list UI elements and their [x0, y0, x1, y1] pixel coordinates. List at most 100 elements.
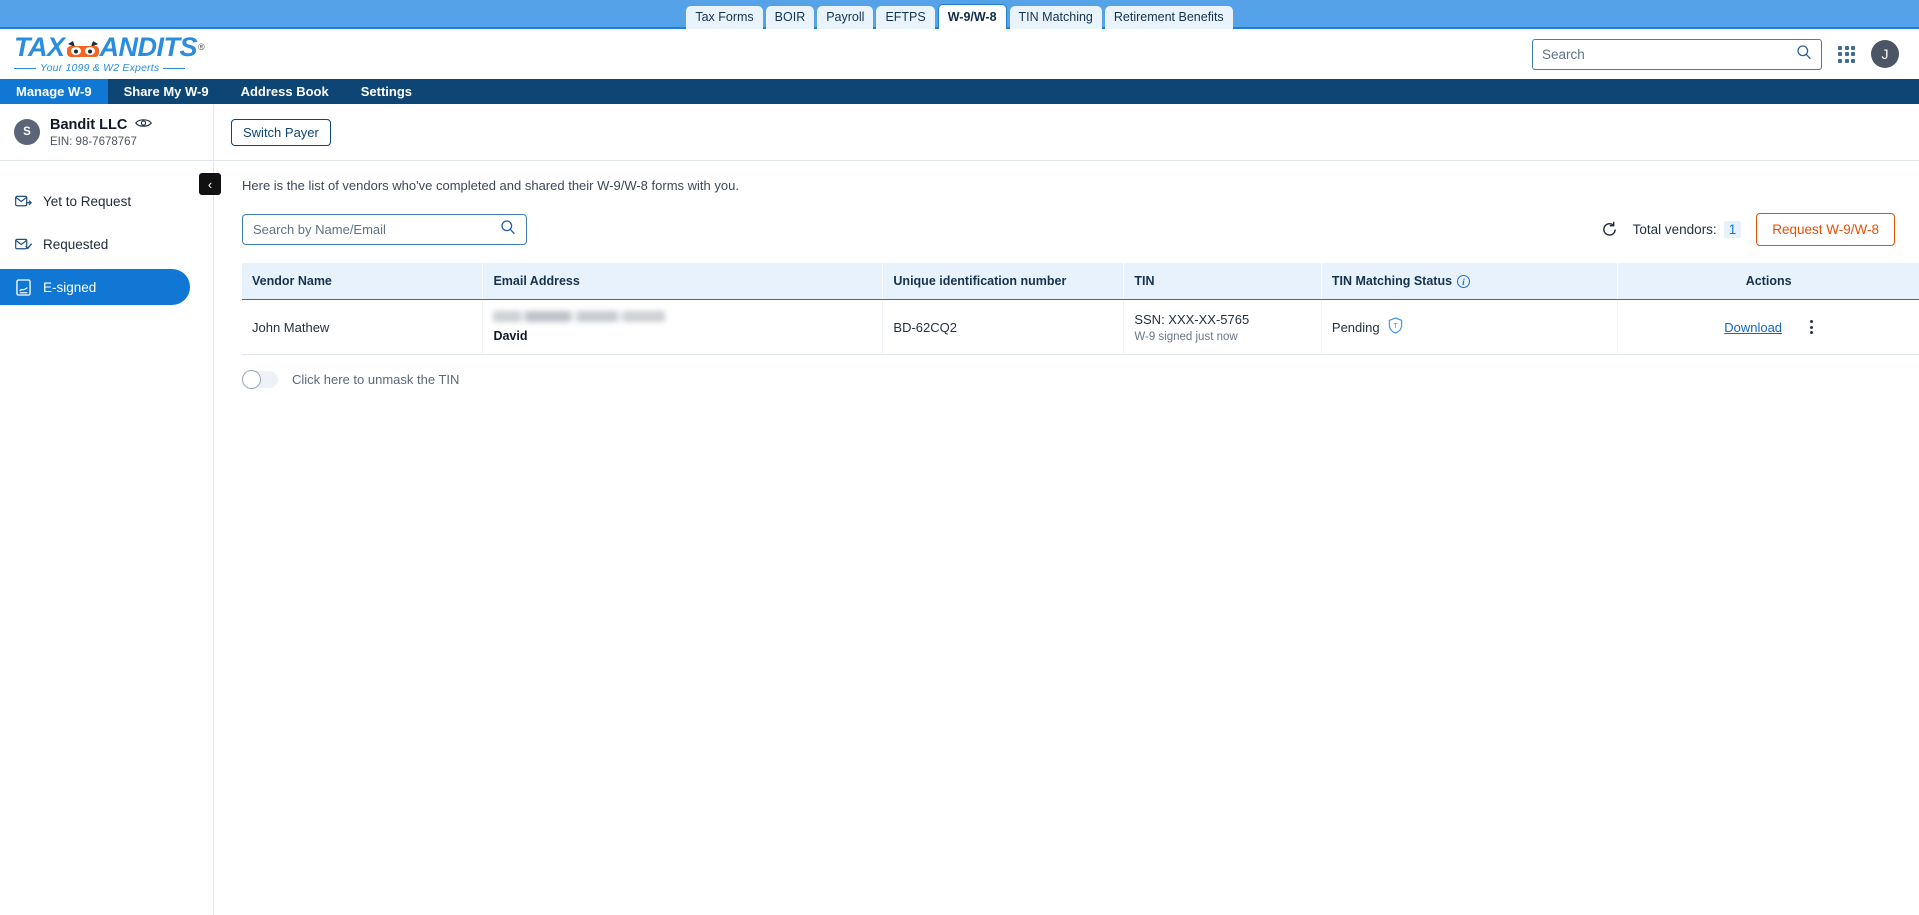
col-email-address: Email Address — [482, 263, 884, 301]
nav-item-manage-w9[interactable]: Manage W-9 — [0, 79, 108, 104]
col-actions: Actions — [1617, 263, 1919, 301]
vendors-table: Vendor Name Email Address Unique identif… — [242, 263, 1919, 356]
cell-tin-matching-status: Pending T — [1321, 299, 1619, 356]
product-tab-w9-w8[interactable]: W-9/W-8 — [937, 4, 1007, 29]
info-icon[interactable]: i — [1457, 275, 1471, 289]
table-body: John Mathew David BD-62CQ2 SSN: XXX-XX-5… — [242, 299, 1919, 356]
status-badge: Pending T — [1332, 317, 1607, 337]
product-tab-strip: Tax Forms BOIR Payroll EFTPS W-9/W-8 TIN… — [0, 0, 1919, 29]
cell-actions: Download — [1617, 299, 1919, 356]
grid-dot — [1844, 52, 1849, 56]
info-text: Here is the list of vendors who've compl… — [242, 178, 739, 193]
payer-text: Bandit LLC EIN: 98-7678767 — [50, 116, 153, 148]
bandit-mask-icon — [66, 38, 99, 58]
table-row[interactable]: John Mathew David BD-62CQ2 SSN: XXX-XX-5… — [242, 299, 1919, 356]
logo-text-bandits: ANDITS — [99, 32, 198, 63]
col-unique-id: Unique identification number — [882, 263, 1125, 301]
chevron-left-icon[interactable]: ‹ — [199, 173, 221, 195]
vendor-search[interactable] — [242, 214, 527, 245]
kebab-dot — [1810, 331, 1814, 335]
payer-ein: EIN: 98-7678767 — [50, 135, 137, 148]
total-vendors-label: Total vendors: — [1632, 222, 1717, 237]
grid-dot — [1844, 45, 1849, 50]
nav-item-address-book[interactable]: Address Book — [225, 79, 345, 104]
payer-summary: S Bandit LLC EIN: 98-7678767 — [0, 104, 214, 160]
grid-dot — [1851, 58, 1855, 63]
switch-payer-button[interactable]: Switch Payer — [231, 118, 331, 146]
masked-email-redaction — [493, 311, 666, 323]
logo-tagline: Your 1099 & W2 Experts — [40, 62, 160, 75]
global-search-input[interactable] — [1542, 46, 1796, 62]
total-vendors: Total vendors: 1 — [1633, 221, 1742, 238]
product-tabs: Tax Forms BOIR Payroll EFTPS W-9/W-8 TIN… — [686, 4, 1233, 29]
nav-item-settings[interactable]: Settings — [345, 79, 428, 104]
col-tin-matching-status: TIN Matching Status i — [1321, 263, 1619, 301]
product-tab-tax-forms[interactable]: Tax Forms — [686, 6, 763, 29]
tagline-rule-right — [163, 68, 186, 69]
request-w9-w8-button[interactable]: Request W-9/W-8 — [1756, 213, 1895, 246]
product-tab-retirement-benefits[interactable]: Retirement Benefits — [1104, 6, 1233, 29]
user-avatar[interactable]: J — [1871, 40, 1899, 68]
logo-tagline-wrap: Your 1099 & W2 Experts — [14, 63, 204, 74]
sidebar: Yet to Request Requested E-signed — [0, 161, 214, 915]
unmask-tin-label: Click here to unmask the TIN — [292, 372, 460, 388]
download-link[interactable]: Download — [1724, 320, 1782, 335]
sidebar-label: Requested — [43, 236, 109, 252]
global-search[interactable] — [1532, 38, 1822, 70]
cell-unique-id: BD-62CQ2 — [882, 299, 1125, 356]
grid-dot — [1838, 45, 1842, 50]
product-tab-payroll[interactable]: Payroll — [817, 6, 874, 29]
shield-tin-icon[interactable]: T — [1388, 317, 1403, 337]
eye-icon[interactable] — [135, 117, 153, 133]
envelope-arrow-icon — [15, 193, 32, 210]
total-vendors-count: 1 — [1723, 221, 1742, 238]
product-tab-tin-matching[interactable]: TIN Matching — [1009, 6, 1102, 29]
kebab-menu-icon[interactable] — [1810, 320, 1814, 335]
grid-dot — [1838, 52, 1842, 56]
table-head: Vendor Name Email Address Unique identif… — [242, 263, 1919, 301]
document-signed-icon — [15, 278, 32, 296]
grid-dot — [1851, 45, 1855, 50]
refresh-icon[interactable] — [1601, 221, 1618, 238]
vendor-search-input[interactable] — [253, 222, 500, 237]
payer-avatar: S — [14, 119, 40, 145]
product-tab-boir[interactable]: BOIR — [765, 6, 815, 29]
product-tab-eftps[interactable]: EFTPS — [876, 6, 935, 29]
sidebar-item-requested[interactable]: Requested — [0, 226, 190, 262]
masthead-right: J — [1532, 38, 1899, 70]
search-icon[interactable] — [500, 219, 516, 240]
primary-nav: Manage W-9 Share My W-9 Address Book Set… — [0, 79, 1919, 104]
svg-text:T: T — [1393, 321, 1398, 330]
payer-name: Bandit LLC — [50, 116, 128, 133]
tin-value: SSN: XXX-XX-5765 — [1134, 311, 1250, 327]
kebab-dot — [1810, 320, 1814, 324]
table-header-row: Vendor Name Email Address Unique identif… — [242, 263, 1919, 301]
vendor-toolbar: Total vendors: 1 Request W-9/W-8 — [214, 193, 1919, 246]
envelope-check-icon — [15, 236, 32, 253]
logo-text-tax: TAX — [14, 32, 65, 63]
taxbandits-logo[interactable]: TAX ANDITS ® Your 1099 & W2 Experts — [14, 32, 205, 74]
content-panel: ‹ Here is the list of vendors who've com… — [199, 161, 1919, 915]
search-icon[interactable] — [1796, 44, 1812, 65]
sidebar-item-e-signed[interactable]: E-signed — [0, 269, 190, 305]
trademark-symbol: ® — [198, 42, 205, 53]
grid-dot — [1851, 52, 1855, 56]
cell-vendor-name: John Mathew — [242, 299, 484, 356]
body: Yet to Request Requested E-signed ‹ Here… — [0, 161, 1919, 915]
unmask-tin-toggle[interactable] — [242, 370, 278, 390]
nav-item-share-my-w9[interactable]: Share My W-9 — [108, 79, 225, 104]
actions-inner: Download — [1628, 320, 1909, 335]
sidebar-item-yet-to-request[interactable]: Yet to Request — [0, 183, 190, 219]
tagline-rule-left — [14, 68, 36, 69]
toggle-knob — [242, 370, 261, 390]
col-tin-matching-status-label: TIN Matching Status — [1331, 274, 1453, 288]
grid-dot — [1844, 58, 1849, 63]
cell-email-address: David — [482, 299, 884, 356]
tin-note: W-9 signed just now — [1134, 330, 1238, 343]
payer-bar: S Bandit LLC EIN: 98-7678767 Switch Paye… — [0, 104, 1919, 161]
kebab-dot — [1810, 325, 1814, 329]
masthead: TAX ANDITS ® Your 1099 & W2 Experts Sear… — [0, 29, 1919, 79]
grid-dot — [1838, 58, 1842, 63]
grid-apps-icon[interactable] — [1838, 45, 1855, 63]
payer-name-row: Bandit LLC — [50, 116, 153, 133]
